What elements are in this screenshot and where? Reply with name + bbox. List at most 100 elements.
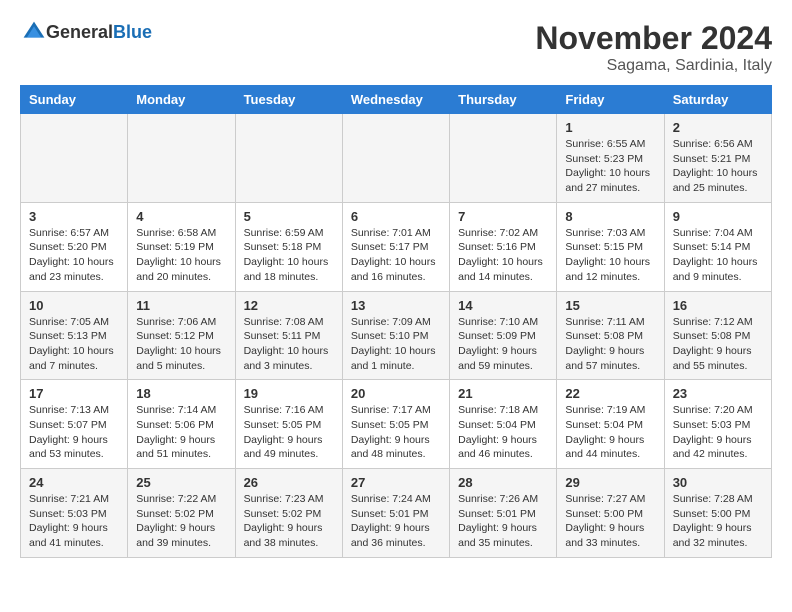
calendar-cell: 4 Sunrise: 6:58 AM Sunset: 5:19 PM Daylig…	[128, 202, 235, 291]
day-info: Sunrise: 7:24 AM Sunset: 5:01 PM Dayligh…	[351, 492, 441, 551]
weekday-header-friday: Friday	[557, 86, 664, 114]
day-number: 18	[136, 386, 226, 401]
day-number: 3	[29, 209, 119, 224]
calendar-cell: 13Sunrise: 7:09 AM Sunset: 5:10 PM Dayli…	[342, 291, 449, 380]
day-number: 25	[136, 475, 226, 490]
calendar-week-row: 10 Sunrise: 7:05 AM Sunset: 5:13 PM Dayli…	[21, 291, 772, 380]
day-info: Sunrise: 7:13 AM Sunset: 5:07 PM Dayligh…	[29, 403, 119, 462]
calendar-cell: 28Sunrise: 7:26 AM Sunset: 5:01 PM Dayli…	[450, 469, 557, 558]
calendar-week-row: 24Sunrise: 7:21 AM Sunset: 5:03 PM Dayli…	[21, 469, 772, 558]
calendar-week-row: 17 Sunrise: 7:13 AM Sunset: 5:07 PM Dayli…	[21, 380, 772, 469]
calendar-cell: 6Sunrise: 7:01 AM Sunset: 5:17 PM Daylig…	[342, 202, 449, 291]
calendar-cell: 1 Sunrise: 6:55 AM Sunset: 5:23 PM Daylig…	[557, 114, 664, 203]
calendar-cell: 3 Sunrise: 6:57 AM Sunset: 5:20 PM Daylig…	[21, 202, 128, 291]
day-number: 9	[673, 209, 763, 224]
calendar-cell: 16 Sunrise: 7:12 AM Sunset: 5:08 PM Dayli…	[664, 291, 771, 380]
calendar-cell: 27 Sunrise: 7:24 AM Sunset: 5:01 PM Dayli…	[342, 469, 449, 558]
day-info: Sunrise: 7:01 AM Sunset: 5:17 PM Dayligh…	[351, 226, 441, 285]
logo-blue: Blue	[113, 22, 152, 42]
day-info: Sunrise: 7:04 AM Sunset: 5:14 PM Dayligh…	[673, 226, 763, 285]
calendar-table: SundayMondayTuesdayWednesdayThursdayFrid…	[20, 85, 772, 558]
calendar-cell: 20 Sunrise: 7:17 AM Sunset: 5:05 PM Dayli…	[342, 380, 449, 469]
day-info: Sunrise: 7:23 AM Sunset: 5:02 PM Dayligh…	[244, 492, 334, 551]
calendar-cell	[21, 114, 128, 203]
day-info: Sunrise: 7:21 AM Sunset: 5:03 PM Dayligh…	[29, 492, 119, 551]
calendar-cell: 21Sunrise: 7:18 AM Sunset: 5:04 PM Dayli…	[450, 380, 557, 469]
day-info: Sunrise: 6:55 AM Sunset: 5:23 PM Dayligh…	[565, 137, 655, 196]
calendar-cell: 25Sunrise: 7:22 AM Sunset: 5:02 PM Dayli…	[128, 469, 235, 558]
day-info: Sunrise: 7:28 AM Sunset: 5:00 PM Dayligh…	[673, 492, 763, 551]
day-number: 12	[244, 298, 334, 313]
logo-text: GeneralBlue	[46, 22, 152, 43]
day-info: Sunrise: 7:16 AM Sunset: 5:05 PM Dayligh…	[244, 403, 334, 462]
day-number: 13	[351, 298, 441, 313]
day-info: Sunrise: 7:02 AM Sunset: 5:16 PM Dayligh…	[458, 226, 548, 285]
day-number: 15	[565, 298, 655, 313]
day-number: 5	[244, 209, 334, 224]
month-year: November 2024	[535, 20, 772, 57]
day-number: 30	[673, 475, 763, 490]
weekday-header-monday: Monday	[128, 86, 235, 114]
day-number: 19	[244, 386, 334, 401]
day-info: Sunrise: 7:17 AM Sunset: 5:05 PM Dayligh…	[351, 403, 441, 462]
calendar-cell: 11 Sunrise: 7:06 AM Sunset: 5:12 PM Dayli…	[128, 291, 235, 380]
day-number: 17	[29, 386, 119, 401]
weekday-header-thursday: Thursday	[450, 86, 557, 114]
day-info: Sunrise: 7:03 AM Sunset: 5:15 PM Dayligh…	[565, 226, 655, 285]
day-info: Sunrise: 7:12 AM Sunset: 5:08 PM Dayligh…	[673, 315, 763, 374]
day-number: 27	[351, 475, 441, 490]
calendar-cell: 23Sunrise: 7:20 AM Sunset: 5:03 PM Dayli…	[664, 380, 771, 469]
day-number: 23	[673, 386, 763, 401]
day-number: 4	[136, 209, 226, 224]
day-number: 26	[244, 475, 334, 490]
day-number: 10	[29, 298, 119, 313]
day-info: Sunrise: 6:57 AM Sunset: 5:20 PM Dayligh…	[29, 226, 119, 285]
calendar-cell	[235, 114, 342, 203]
weekday-header-tuesday: Tuesday	[235, 86, 342, 114]
calendar-cell: 15 Sunrise: 7:11 AM Sunset: 5:08 PM Dayli…	[557, 291, 664, 380]
day-info: Sunrise: 7:18 AM Sunset: 5:04 PM Dayligh…	[458, 403, 548, 462]
day-info: Sunrise: 7:26 AM Sunset: 5:01 PM Dayligh…	[458, 492, 548, 551]
calendar-cell: 22 Sunrise: 7:19 AM Sunset: 5:04 PM Dayli…	[557, 380, 664, 469]
calendar-cell	[342, 114, 449, 203]
calendar-cell: 18 Sunrise: 7:14 AM Sunset: 5:06 PM Dayli…	[128, 380, 235, 469]
calendar-week-row: 3 Sunrise: 6:57 AM Sunset: 5:20 PM Daylig…	[21, 202, 772, 291]
weekday-header-row: SundayMondayTuesdayWednesdayThursdayFrid…	[21, 86, 772, 114]
calendar-cell: 2 Sunrise: 6:56 AM Sunset: 5:21 PM Daylig…	[664, 114, 771, 203]
day-info: Sunrise: 7:11 AM Sunset: 5:08 PM Dayligh…	[565, 315, 655, 374]
day-info: Sunrise: 7:14 AM Sunset: 5:06 PM Dayligh…	[136, 403, 226, 462]
day-info: Sunrise: 6:56 AM Sunset: 5:21 PM Dayligh…	[673, 137, 763, 196]
calendar-cell: 7 Sunrise: 7:02 AM Sunset: 5:16 PM Daylig…	[450, 202, 557, 291]
logo: GeneralBlue	[20, 20, 152, 44]
logo-general: General	[46, 22, 113, 42]
day-info: Sunrise: 7:06 AM Sunset: 5:12 PM Dayligh…	[136, 315, 226, 374]
day-info: Sunrise: 7:08 AM Sunset: 5:11 PM Dayligh…	[244, 315, 334, 374]
calendar-cell: 14Sunrise: 7:10 AM Sunset: 5:09 PM Dayli…	[450, 291, 557, 380]
day-info: Sunrise: 7:19 AM Sunset: 5:04 PM Dayligh…	[565, 403, 655, 462]
day-info: Sunrise: 7:05 AM Sunset: 5:13 PM Dayligh…	[29, 315, 119, 374]
calendar-cell: 17 Sunrise: 7:13 AM Sunset: 5:07 PM Dayli…	[21, 380, 128, 469]
logo-icon	[22, 20, 46, 44]
day-info: Sunrise: 6:58 AM Sunset: 5:19 PM Dayligh…	[136, 226, 226, 285]
day-number: 29	[565, 475, 655, 490]
title-section: November 2024 Sagama, Sardinia, Italy	[535, 20, 772, 75]
day-number: 7	[458, 209, 548, 224]
day-number: 2	[673, 120, 763, 135]
page-header: GeneralBlue November 2024 Sagama, Sardin…	[20, 20, 772, 75]
calendar-cell: 30 Sunrise: 7:28 AM Sunset: 5:00 PM Dayli…	[664, 469, 771, 558]
day-number: 22	[565, 386, 655, 401]
calendar-week-row: 1 Sunrise: 6:55 AM Sunset: 5:23 PM Daylig…	[21, 114, 772, 203]
day-info: Sunrise: 7:10 AM Sunset: 5:09 PM Dayligh…	[458, 315, 548, 374]
day-info: Sunrise: 6:59 AM Sunset: 5:18 PM Dayligh…	[244, 226, 334, 285]
location: Sagama, Sardinia, Italy	[535, 57, 772, 75]
calendar-cell: 5 Sunrise: 6:59 AM Sunset: 5:18 PM Daylig…	[235, 202, 342, 291]
day-number: 20	[351, 386, 441, 401]
day-number: 11	[136, 298, 226, 313]
calendar-cell: 10 Sunrise: 7:05 AM Sunset: 5:13 PM Dayli…	[21, 291, 128, 380]
calendar-cell: 9 Sunrise: 7:04 AM Sunset: 5:14 PM Daylig…	[664, 202, 771, 291]
day-number: 16	[673, 298, 763, 313]
day-number: 8	[565, 209, 655, 224]
day-number: 1	[565, 120, 655, 135]
calendar-cell: 8 Sunrise: 7:03 AM Sunset: 5:15 PM Daylig…	[557, 202, 664, 291]
calendar-cell	[128, 114, 235, 203]
